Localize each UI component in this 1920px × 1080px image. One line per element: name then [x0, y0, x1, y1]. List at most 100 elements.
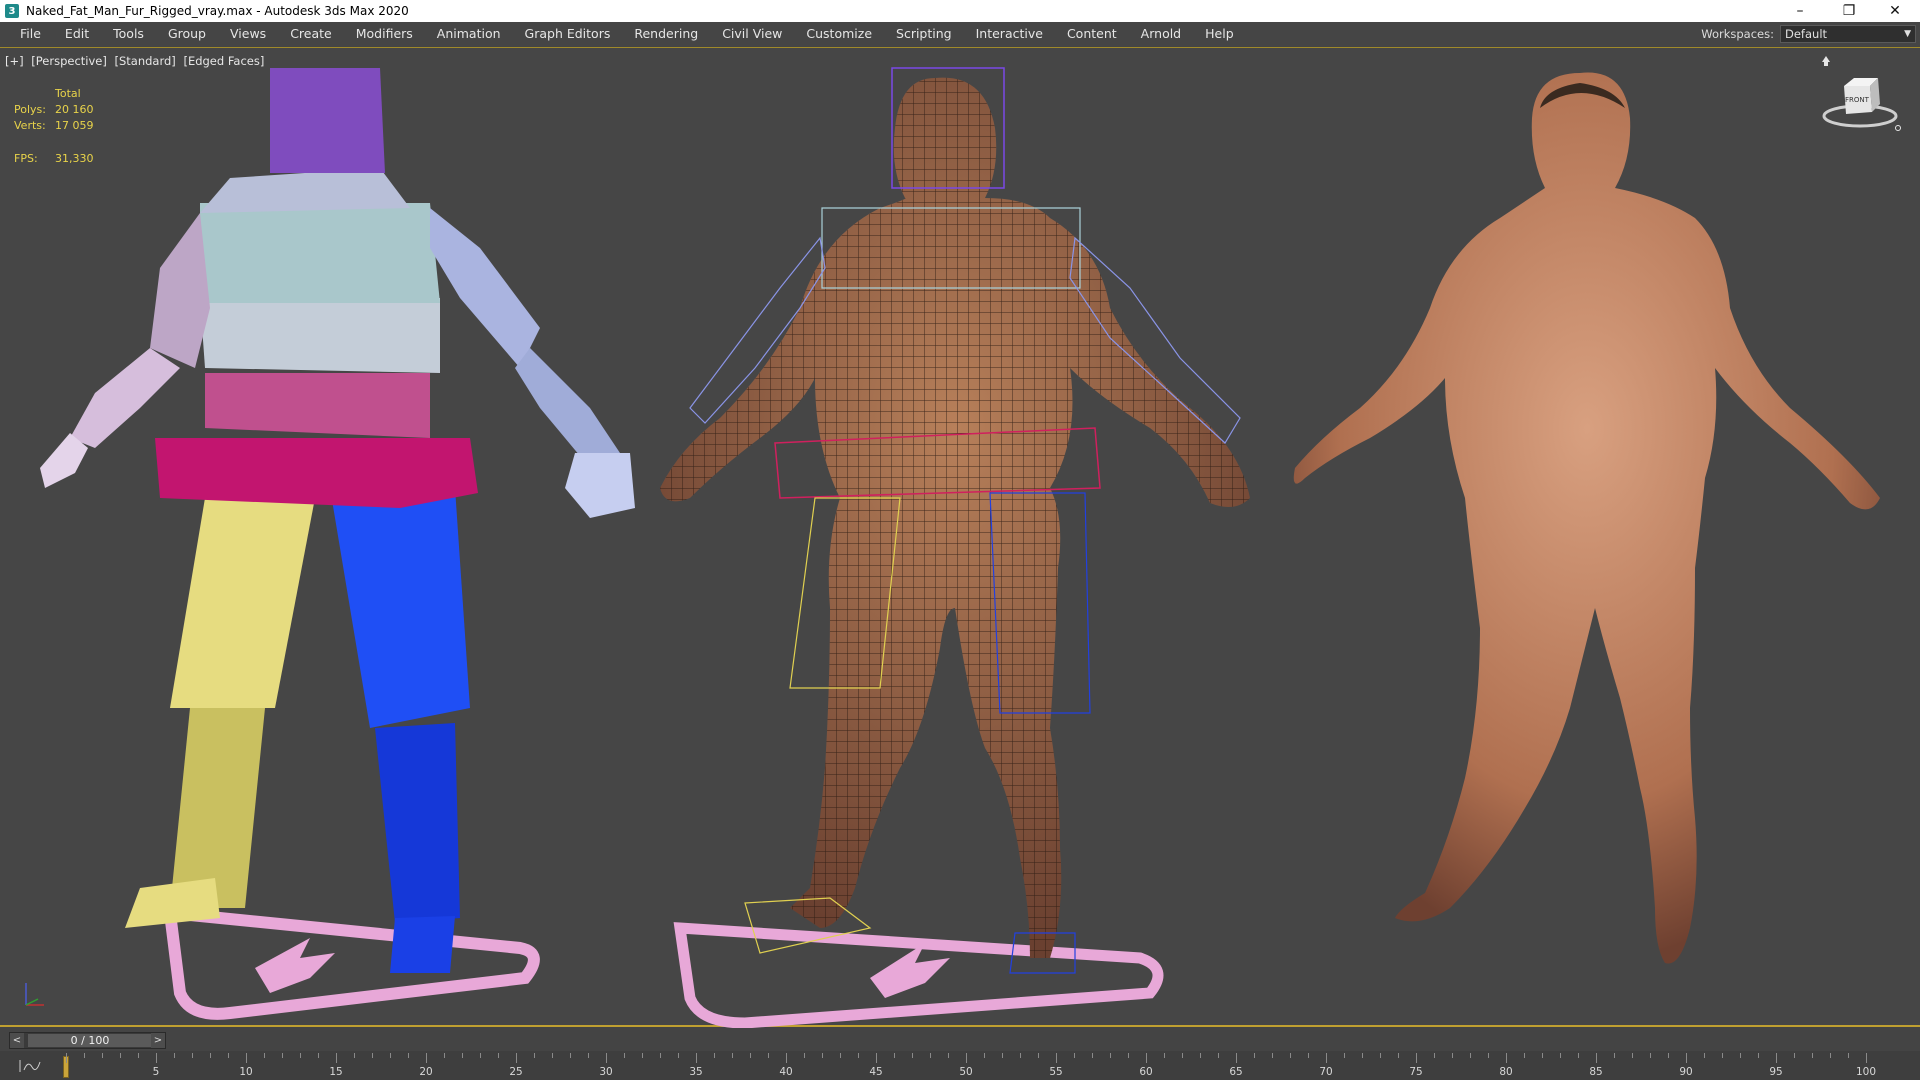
menu-animation[interactable]: Animation: [425, 22, 513, 46]
ruler-tick: [1434, 1053, 1435, 1058]
bone-right-thigh[interactable]: [330, 488, 470, 728]
bone-spine-1[interactable]: [205, 373, 430, 438]
window-title: Naked_Fat_Man_Fur_Rigged_vray.max - Auto…: [26, 4, 409, 18]
bone-pelvis[interactable]: [155, 438, 478, 508]
ruler-tick: [660, 1053, 661, 1058]
ruler-tick: [912, 1053, 913, 1058]
bone-right-calf[interactable]: [375, 723, 460, 923]
menu-group[interactable]: Group: [156, 22, 218, 46]
ruler-tick: [1344, 1053, 1345, 1058]
ruler-tick: [642, 1053, 643, 1058]
time-slider[interactable]: < 0 / 100 >: [9, 1032, 166, 1049]
bone-neck[interactable]: [200, 168, 410, 213]
menu-content[interactable]: Content: [1055, 22, 1129, 46]
ruler-tick: [102, 1053, 103, 1058]
time-slider-prev-button[interactable]: <: [10, 1033, 24, 1048]
bone-left-forearm[interactable]: [70, 348, 180, 448]
bone-left-calf[interactable]: [170, 708, 265, 908]
menu-rendering[interactable]: Rendering: [622, 22, 710, 46]
time-slider-thumb[interactable]: 0 / 100: [28, 1034, 152, 1047]
track-bar[interactable]: 5 10 15 20 25 30 35 40 45 50 55 60 65 70 75 80 85 90 95 100: [0, 1051, 1920, 1080]
ruler-tick: [462, 1053, 463, 1058]
ruler-tick: [1236, 1053, 1237, 1063]
ruler-tick: [948, 1053, 949, 1058]
ruler-tick: [1200, 1053, 1201, 1058]
home-icon[interactable]: [1822, 56, 1830, 66]
minimize-button[interactable]: –: [1777, 0, 1823, 22]
bone-right-foot[interactable]: [390, 916, 455, 973]
ruler-tick: [588, 1053, 589, 1058]
menu-tools[interactable]: Tools: [101, 22, 156, 46]
ruler-tick: [1848, 1053, 1849, 1058]
ruler-tick: [408, 1053, 409, 1058]
ruler-tick: [498, 1053, 499, 1058]
ruler-tick: [840, 1053, 841, 1058]
ruler-tick: [534, 1053, 535, 1058]
perspective-viewport[interactable]: [+] [Perspective] [Standard] [Edged Face…: [0, 47, 1920, 1028]
ruler-tick-label: 10: [239, 1066, 253, 1078]
ruler-tick: [336, 1053, 337, 1063]
mini-curve-editor-icon[interactable]: [18, 1058, 44, 1074]
maximize-button[interactable]: ❐: [1826, 0, 1872, 22]
ruler-tick-label: 35: [689, 1066, 703, 1078]
ruler-tick: [1524, 1053, 1525, 1058]
ruler-tick-label: 100: [1855, 1066, 1877, 1078]
viewcube[interactable]: FRONT: [1814, 56, 1904, 136]
ruler-tick: [192, 1053, 193, 1058]
bone-right-hand[interactable]: [565, 453, 635, 518]
menu-file[interactable]: File: [8, 22, 53, 46]
ruler-tick: [1164, 1053, 1165, 1058]
ruler-tick: [1686, 1053, 1687, 1063]
ruler-tick: [1776, 1053, 1777, 1063]
workspace-dropdown[interactable]: Default ▼: [1780, 25, 1916, 43]
menu-graph-editors[interactable]: Graph Editors: [513, 22, 623, 46]
menu-scripting[interactable]: Scripting: [884, 22, 964, 46]
rigged-mesh[interactable]: [660, 67, 1250, 1028]
ruler-tick: [1470, 1053, 1471, 1058]
rendered-figure[interactable]: [1293, 72, 1880, 964]
ruler-tick: [1110, 1053, 1111, 1058]
ruler-tick: [120, 1053, 121, 1058]
ruler-tick: [390, 1053, 391, 1058]
bone-head[interactable]: [270, 68, 385, 173]
ruler-tick: [1812, 1053, 1813, 1058]
menu-modifiers[interactable]: Modifiers: [344, 22, 425, 46]
menu-views[interactable]: Views: [218, 22, 278, 46]
close-button[interactable]: ✕: [1872, 0, 1918, 22]
figure-body[interactable]: [1293, 72, 1880, 964]
viewcube-options-icon[interactable]: [1895, 125, 1901, 131]
ruler-tick: [984, 1053, 985, 1058]
ruler-tick: [1002, 1053, 1003, 1058]
menu-customize[interactable]: Customize: [794, 22, 884, 46]
biped-rig[interactable]: [40, 68, 635, 1020]
menu-help[interactable]: Help: [1193, 22, 1246, 46]
ruler-tick: [246, 1053, 247, 1063]
menu-civil-view[interactable]: Civil View: [710, 22, 794, 46]
bone-right-upperarm[interactable]: [430, 208, 540, 368]
bone-left-thigh[interactable]: [170, 498, 315, 708]
viewcube-label: FRONT: [1845, 96, 1870, 104]
menu-create[interactable]: Create: [278, 22, 344, 46]
footstep-pad[interactable]: [163, 906, 540, 1020]
menu-arnold[interactable]: Arnold: [1129, 22, 1193, 46]
bone-right-forearm[interactable]: [515, 348, 620, 468]
ruler-tick-label: 60: [1139, 1066, 1153, 1078]
time-slider-next-button[interactable]: >: [151, 1033, 165, 1048]
ruler-tick: [426, 1053, 427, 1063]
bone-spine-3[interactable]: [200, 203, 440, 303]
ruler-tick: [84, 1053, 85, 1058]
ruler-tick: [894, 1053, 895, 1058]
ruler-tick: [480, 1053, 481, 1058]
ruler-tick: [1758, 1053, 1759, 1058]
ruler-tick-label: 30: [599, 1066, 613, 1078]
bone-spine-2[interactable]: [200, 298, 440, 373]
menu-edit[interactable]: Edit: [53, 22, 101, 46]
ruler-tick-label: 65: [1229, 1066, 1243, 1078]
bone-left-upperarm[interactable]: [150, 213, 210, 368]
ruler-tick-label: 95: [1769, 1066, 1783, 1078]
scene-canvas: [40, 67, 1880, 1028]
ruler-tick-label: 20: [419, 1066, 433, 1078]
frame-ruler[interactable]: 5 10 15 20 25 30 35 40 45 50 55 60 65 70 75 80 85 90 95 100: [66, 1051, 1876, 1080]
menu-interactive[interactable]: Interactive: [964, 22, 1055, 46]
ruler-tick: [228, 1053, 229, 1058]
